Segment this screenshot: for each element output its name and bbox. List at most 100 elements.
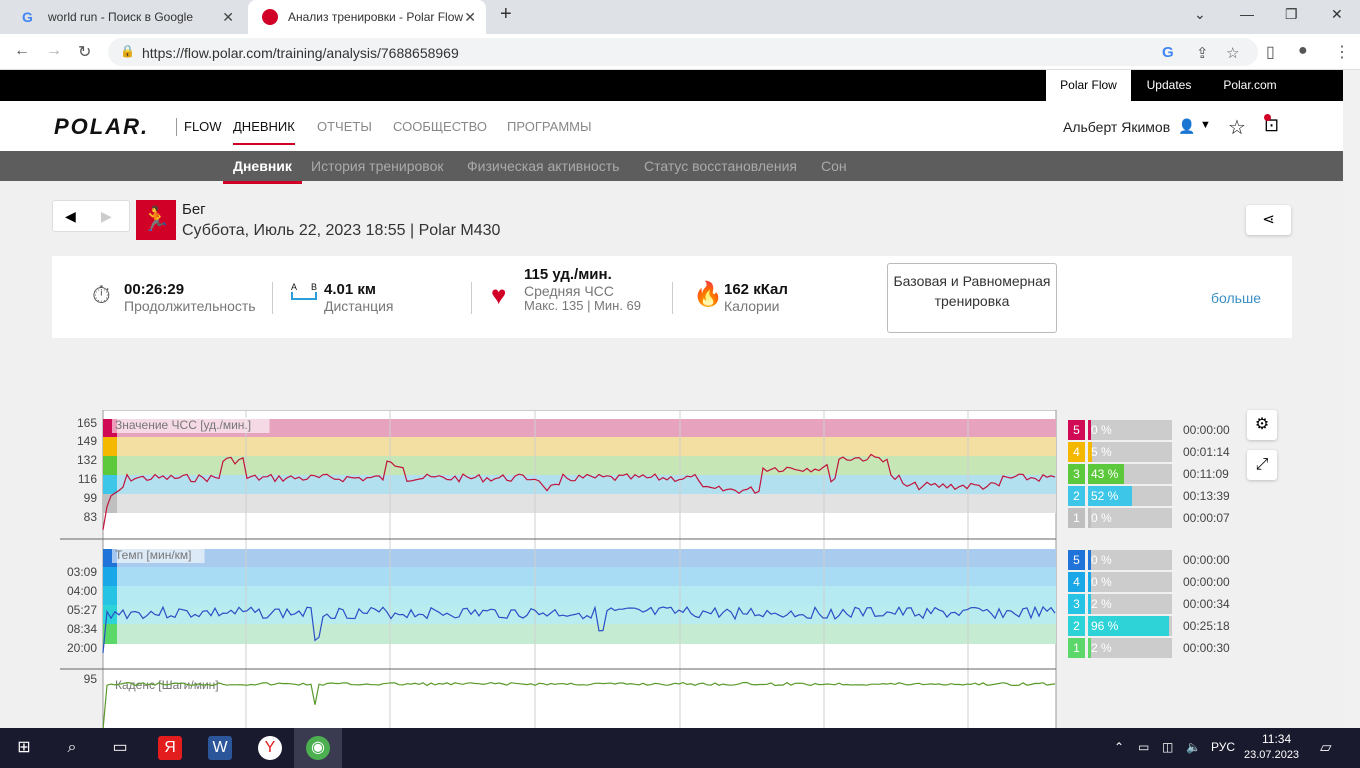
- pace-zone-time: 00:00:30: [1183, 641, 1230, 655]
- exercise-pager: ◀ ▶: [52, 200, 130, 232]
- menu-icon[interactable]: ⋮: [1334, 42, 1350, 62]
- hr-zone-time: 00:00:07: [1183, 511, 1230, 525]
- stopwatch-icon: ⏱: [92, 282, 111, 309]
- pace-zone-4: 4 0 %: [1068, 572, 1172, 592]
- restore-icon[interactable]: ❐: [1285, 6, 1298, 23]
- gear-icon: ⚙: [1254, 416, 1270, 433]
- next-exercise-icon[interactable]: ▶: [101, 208, 112, 225]
- nav-programs[interactable]: ПРОГРАММЫ: [507, 119, 592, 134]
- url-bar[interactable]: 🔒 https://flow.polar.com/training/analys…: [108, 38, 1258, 66]
- more-link[interactable]: больше: [1211, 290, 1261, 306]
- subnav-diary[interactable]: Дневник: [223, 158, 302, 184]
- subnav-recovery[interactable]: Статус восстановления: [644, 158, 797, 174]
- calories-value: 162 кКал: [724, 281, 788, 298]
- nav-reports[interactable]: ОТЧЕТЫ: [317, 119, 372, 134]
- forward-icon[interactable]: →: [46, 42, 62, 60]
- page-scrollbar[interactable]: [1343, 70, 1360, 728]
- calories-metric: 162 кКал Калории: [724, 281, 788, 314]
- tray-chevron-icon[interactable]: ⌃: [1114, 740, 1124, 754]
- settings-button[interactable]: ⚙: [1247, 410, 1277, 440]
- zone-percent: 0 %: [1091, 575, 1112, 589]
- zone-number: 5: [1068, 420, 1085, 440]
- pace-tick-label: 03:09: [67, 565, 97, 579]
- nav-community[interactable]: СООБЩЕСТВО: [393, 119, 487, 134]
- close-tab-icon[interactable]: ✕: [464, 9, 476, 26]
- yandex-browser-icon[interactable]: Y: [258, 736, 282, 760]
- pace-zone-2: 2 96 %: [1068, 616, 1172, 636]
- language-indicator[interactable]: РУС: [1211, 740, 1235, 754]
- word-icon[interactable]: W: [208, 736, 232, 760]
- volume-icon[interactable]: 🔈: [1186, 740, 1201, 754]
- clock-date[interactable]: 23.07.2023: [1244, 749, 1299, 761]
- side-panel-icon[interactable]: ▯: [1266, 42, 1275, 62]
- subnav-activity[interactable]: Физическая активность: [467, 158, 619, 174]
- back-icon[interactable]: ←: [14, 42, 30, 60]
- user-name[interactable]: Альберт Якимов: [1063, 119, 1170, 135]
- clock-time[interactable]: 11:34: [1262, 732, 1291, 746]
- distance-label: Дистанция: [324, 298, 394, 314]
- topbar-polar-flow[interactable]: Polar Flow: [1046, 70, 1131, 101]
- close-window-icon[interactable]: ✕: [1331, 6, 1343, 23]
- hr-zone-1: 1 0 %: [1068, 508, 1172, 528]
- pace-zone-time: 00:00:00: [1183, 575, 1230, 589]
- distance-icon-ab: A B: [291, 282, 324, 292]
- tab-search-icon[interactable]: ⌄: [1194, 6, 1206, 23]
- search-icon[interactable]: ⌕: [60, 736, 84, 760]
- google-lens-icon[interactable]: G: [1162, 44, 1174, 61]
- chevron-down-icon[interactable]: ▼: [1200, 119, 1211, 131]
- subnav-history[interactable]: История тренировок: [311, 158, 443, 174]
- bookmark-star-icon[interactable]: ☆: [1226, 44, 1239, 62]
- google-icon: G: [22, 9, 33, 25]
- share-page-icon[interactable]: ⇪: [1196, 44, 1209, 62]
- hr-zone-time: 00:00:00: [1183, 423, 1230, 437]
- hr-label: Средняя ЧСС: [524, 283, 614, 299]
- close-tab-icon[interactable]: ✕: [222, 9, 234, 26]
- pace-zone-time: 00:00:34: [1183, 597, 1230, 611]
- pace-zone-marker: [103, 586, 117, 605]
- network-icon[interactable]: ◫: [1162, 740, 1173, 754]
- charts-area: Значение ЧСС [уд./мин.] Темп [мин/км] Каде…: [0, 410, 1343, 728]
- reload-icon[interactable]: ↻: [78, 42, 91, 62]
- browser-tab-google[interactable]: G world run - Поиск в Google ✕: [8, 0, 244, 34]
- favorites-star-icon[interactable]: ☆: [1228, 115, 1246, 140]
- task-view-icon[interactable]: ▭: [108, 736, 132, 760]
- logo-divider: [176, 118, 177, 136]
- chrome-icon[interactable]: ◉: [306, 736, 330, 760]
- topbar-updates[interactable]: Updates: [1131, 70, 1207, 101]
- zone-percent: 2 %: [1091, 641, 1112, 655]
- minimize-icon[interactable]: —: [1240, 6, 1254, 22]
- windows-start-icon[interactable]: ⊞: [12, 736, 36, 760]
- new-tab-icon[interactable]: +: [500, 3, 512, 26]
- zone-percent: 5 %: [1091, 445, 1112, 459]
- distance-icon: A B: [291, 282, 323, 300]
- yandex-icon[interactable]: Я: [158, 736, 182, 760]
- profile-icon[interactable]: ●: [1298, 42, 1308, 60]
- windows-taskbar: ⊞ ⌕ ▭ Я W Y ◉ ⌃ ▭ ◫ 🔈 РУС 11:34 23.07.20…: [0, 728, 1360, 768]
- distance-metric: 4.01 км Дистанция: [324, 281, 394, 314]
- zone-number: 5: [1068, 550, 1085, 570]
- share-button[interactable]: ⋖: [1246, 205, 1291, 235]
- user-icon[interactable]: 👤: [1178, 118, 1195, 135]
- subnav-sleep[interactable]: Сон: [821, 158, 847, 174]
- expand-button[interactable]: ⤢: [1247, 450, 1277, 480]
- topbar-polar-com[interactable]: Polar.com: [1207, 70, 1293, 101]
- hr-zone-time: 00:11:09: [1183, 467, 1229, 481]
- zone-percent: 96 %: [1091, 619, 1119, 633]
- flow-label: FLOW: [184, 119, 222, 134]
- hr-zone-marker: [103, 475, 117, 494]
- divider: [471, 282, 472, 314]
- hr-zone-4: 4 5 %: [1068, 442, 1172, 462]
- browser-tab-polar[interactable]: Анализ тренировки - Polar Flow ✕: [248, 0, 486, 34]
- nav-diary[interactable]: ДНЕВНИК: [233, 119, 295, 145]
- hr-tick-label: 83: [84, 510, 98, 524]
- pace-chart-label: Темп [мин/км]: [115, 548, 192, 562]
- training-benefit-button[interactable]: Базовая и Равномерная тренировка: [887, 263, 1057, 333]
- prev-exercise-icon[interactable]: ◀: [65, 208, 76, 225]
- notification-center-icon[interactable]: ▱: [1320, 738, 1332, 756]
- battery-icon[interactable]: ▭: [1138, 740, 1149, 754]
- training-charts-svg[interactable]: Значение ЧСС [уд./мин.]Темп [мин/км]Каде…: [0, 410, 1060, 728]
- polar-logo[interactable]: POLAR.: [54, 114, 149, 140]
- hr-zone-time: 00:13:39: [1183, 489, 1230, 503]
- divider: [272, 282, 273, 314]
- summary-panel: ⏱ 00:26:29 Продолжительность A B 4.01 км…: [52, 256, 1292, 338]
